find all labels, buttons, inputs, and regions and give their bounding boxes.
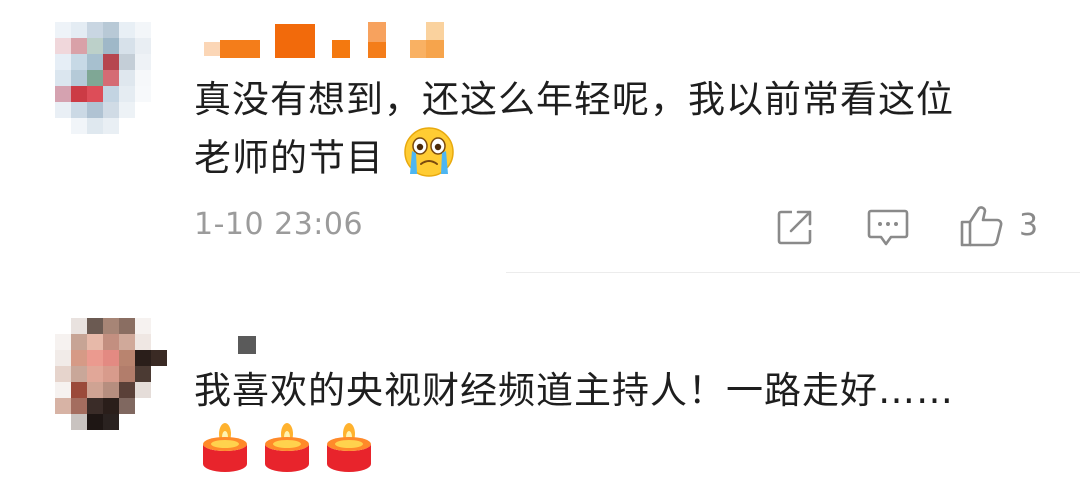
- like-icon[interactable]: [959, 204, 1005, 252]
- like-count: 3: [1019, 208, 1039, 243]
- divider: [506, 272, 1080, 273]
- comment-text: 真没有想到，还这么年轻呢，我以前常看这位 老师的节目: [194, 72, 1064, 194]
- candle-emoji-icon: [200, 420, 250, 478]
- candle-emoji-icon: [262, 420, 312, 478]
- username-pixelated[interactable]: [238, 336, 262, 354]
- comment-text-span: 老师的节目: [194, 136, 384, 180]
- avatar[interactable]: [55, 22, 167, 134]
- avatar[interactable]: [55, 318, 167, 430]
- comment-icon[interactable]: [867, 208, 909, 252]
- comment-text: 我喜欢的央视财经频道主持人！一路走好……: [194, 369, 954, 412]
- share-icon[interactable]: [776, 208, 814, 250]
- comment-text-line: 真没有想到，还这么年轻呢，我以前常看这位: [194, 78, 954, 121]
- timestamp: 1-10 23:06: [194, 207, 364, 242]
- candle-emoji-row: [200, 420, 374, 478]
- crying-face-emoji-icon: [403, 126, 455, 194]
- comment-text-line: 老师的节目: [194, 126, 1064, 194]
- candle-emoji-icon: [324, 420, 374, 478]
- username-pixelated[interactable]: [200, 22, 450, 58]
